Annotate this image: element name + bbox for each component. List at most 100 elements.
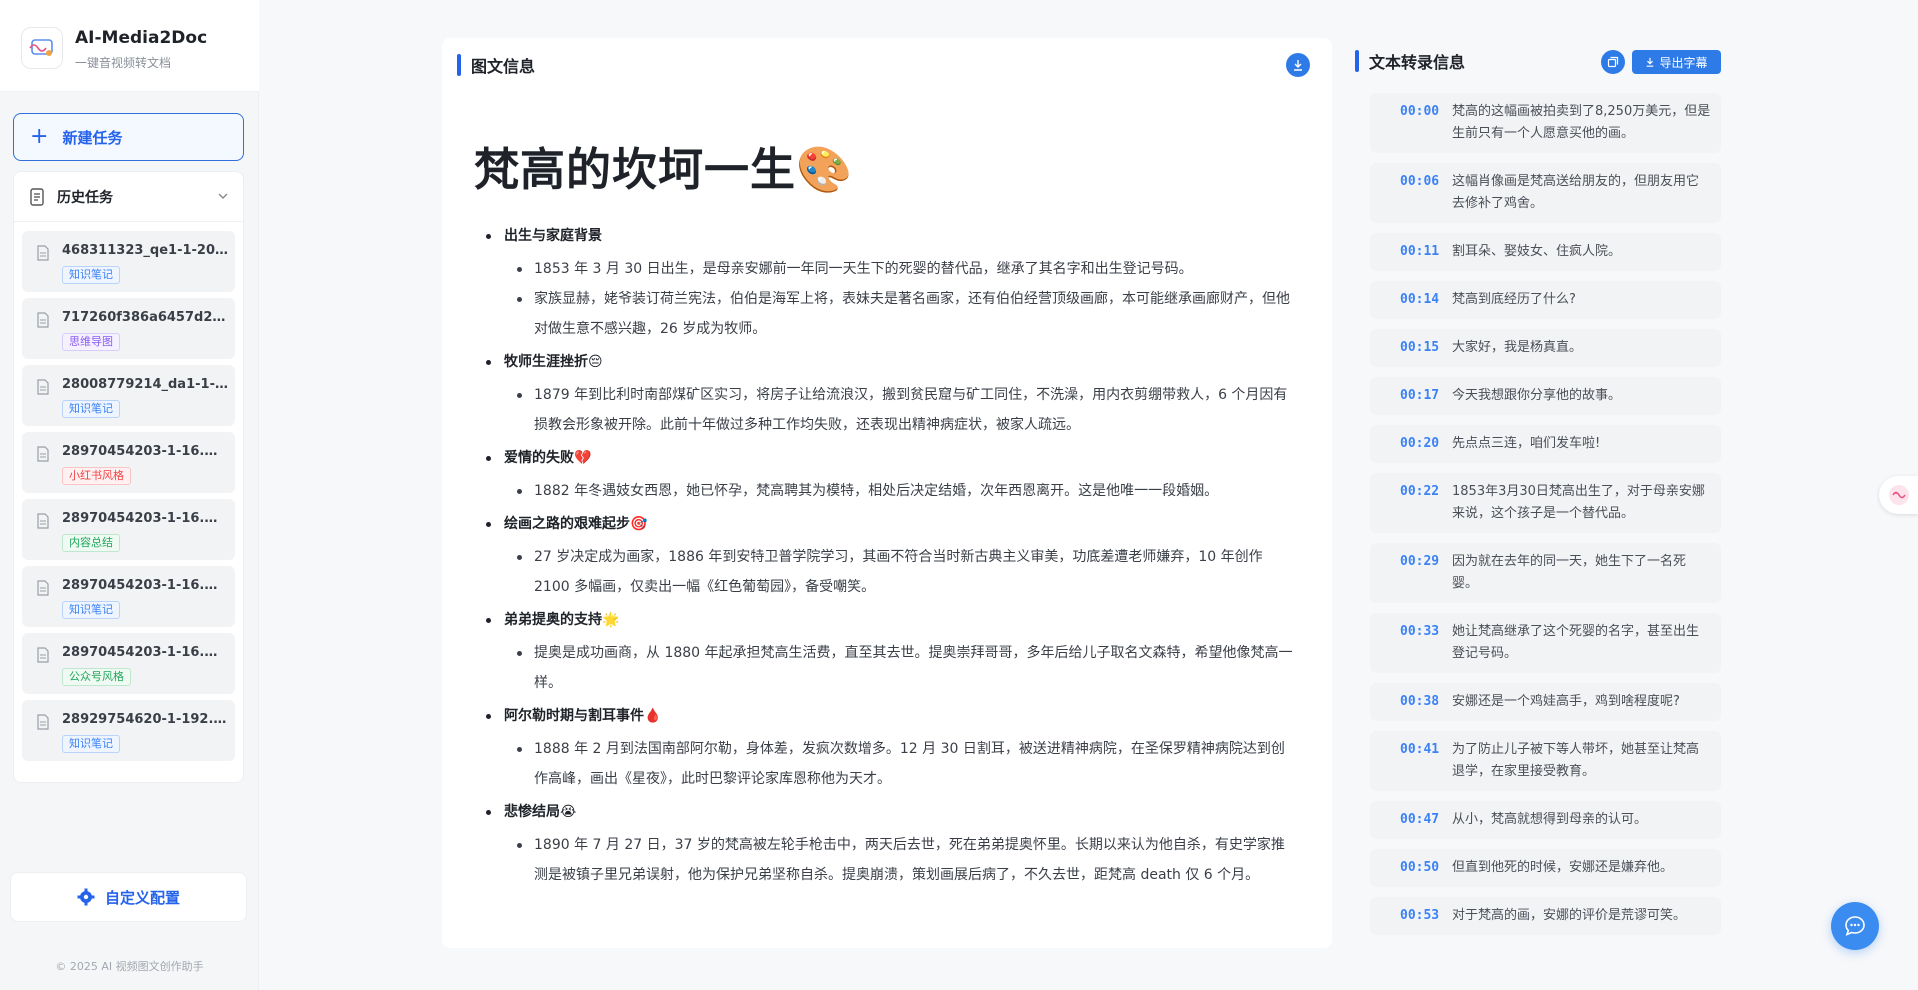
section-items: 1879 年到比利时南部煤矿区实习，将房子让给流浪汉，搬到贫民窟与矿工同住，不洗… [504, 380, 1294, 440]
doc-section-list: 出生与家庭背景 1853 年 3 月 30 日出生，是母亲安娜前一年同一天生下的… [474, 224, 1294, 890]
document-icon [30, 187, 44, 206]
app-title: AI-Media2Doc [75, 28, 208, 48]
task-tag: 内容总结 [62, 534, 120, 552]
transcript-header: 文本转录信息 [1355, 49, 1465, 73]
transcript-segment[interactable]: 00:22 1853年3月30日梵高出生了，对于母亲安娜来说，这个孩子是一个替代品… [1370, 473, 1721, 533]
download-button[interactable] [1286, 53, 1310, 77]
transcript-segment[interactable]: 00:17 今天我想跟你分享他的故事。 [1370, 377, 1721, 415]
file-icon [37, 513, 49, 529]
segment-text: 割耳朵、娶妓女、住疯人院。 [1452, 244, 1622, 259]
segment-time: 00:47 [1400, 812, 1440, 827]
history-task-item[interactable]: 28970454203-1-16.mp4 知识笔记 [22, 566, 235, 627]
section-emoji: 😔 [588, 354, 603, 370]
section-items: 27 岁决定成为画家，1886 年到安特卫普学院学习，其画不符合当时新古典主义审… [504, 542, 1294, 602]
history-task-item[interactable]: 717260f386a6457d26c3d5 思维导图 [22, 298, 235, 359]
doc-section: 牧师生涯挫折😔 1879 年到比利时南部煤矿区实习，将房子让给流浪汉，搬到贫民窟… [474, 350, 1294, 440]
section-emoji: 🎯 [630, 516, 648, 532]
segment-text: 今天我想跟你分享他的故事。 [1452, 388, 1622, 403]
new-task-button[interactable]: + 新建任务 [13, 113, 244, 161]
transcript-segment[interactable]: 00:47 从小，梵高就想得到母亲的认可。 [1370, 801, 1721, 839]
copy-icon [1607, 56, 1619, 68]
section-item: 1882 年冬遇妓女西恩，她已怀孕，梵高聘其为模特，相处后决定结婚，次年西恩离开… [504, 476, 1294, 506]
file-icon [37, 714, 49, 730]
transcript-segment[interactable]: 00:00 梵高的这幅画被拍卖到了8,250万美元，但是生前只有一个人愿意买他的画… [1370, 93, 1721, 153]
segment-text: 安娜还是一个鸡娃高手，鸡到啥程度呢? [1452, 694, 1680, 709]
transcript-segment[interactable]: 00:41 为了防止儿子被下等人带坏，她甚至让梵高退学，在家里接受教育。 [1370, 731, 1721, 791]
section-emoji: 🌟 [602, 612, 620, 628]
history-task-item[interactable]: 28970454203-1-16.mp4 内容总结 [22, 499, 235, 560]
assistant-side-tab[interactable] [1879, 476, 1918, 514]
history-task-item[interactable]: 28970454203-1-16.mp4 小红书风格 [22, 432, 235, 493]
gear-icon [77, 888, 95, 906]
chat-bubble-icon [1845, 916, 1865, 936]
task-tag: 知识笔记 [62, 601, 120, 619]
task-tag: 公众号风格 [62, 668, 131, 686]
palette-emoji: 🎨 [796, 143, 854, 196]
section-items: 1853 年 3 月 30 日出生，是母亲安娜前一年同一天生下的死婴的替代品，继… [504, 254, 1294, 344]
brand-header: AI-Media2Doc 一键音视频转文档 [0, 0, 259, 92]
copy-button[interactable] [1601, 50, 1625, 74]
chat-button[interactable] [1831, 902, 1879, 950]
section-title: 出生与家庭背景 [504, 224, 1294, 248]
transcript-segment[interactable]: 00:33 她让梵高继承了这个死婴的名字，甚至出生登记号码。 [1370, 613, 1721, 673]
task-name: 28970454203-1-16.mp4 [62, 511, 230, 526]
history-task-item[interactable]: 28929754620-1-192.mp4 知识笔记 [22, 700, 235, 761]
transcript-title: 文本转录信息 [1369, 53, 1466, 72]
section-title-text: 弟弟提奥的支持 [504, 612, 602, 628]
section-title-text: 爱情的失败 [504, 450, 574, 466]
segment-time: 00:11 [1400, 244, 1440, 259]
history-header[interactable]: 历史任务 [14, 172, 243, 222]
section-items: 1890 年 7 月 27 日，37 岁的梵高被左轮手枪击中，两天后去世，死在弟… [504, 830, 1294, 890]
section-item: 1888 年 2 月到法国南部阿尔勒，身体差，发疯次数增多。12 月 30 日割… [504, 734, 1294, 794]
doc-panel-title: 图文信息 [471, 57, 536, 76]
section-title: 爱情的失败💔 [504, 446, 1294, 470]
history-task-item[interactable]: 468311323_qe1-1-208.mp4 知识笔记 [22, 231, 235, 292]
section-title: 牧师生涯挫折😔 [504, 350, 1294, 374]
new-task-label: 新建任务 [62, 128, 123, 147]
transcript-segment[interactable]: 00:53 对于梵高的画，安娜的评价是荒谬可笑。 [1370, 897, 1721, 935]
segment-text: 但直到他死的时候，安娜还是嫌弃他。 [1452, 860, 1674, 875]
transcript-segment[interactable]: 00:06 这幅肖像画是梵高送给朋友的，但朋友用它去修补了鸡舍。 [1370, 163, 1721, 223]
segment-text: 她让梵高继承了这个死婴的名字，甚至出生登记号码。 [1452, 624, 1700, 661]
file-icon [37, 312, 49, 328]
transcript-segment[interactable]: 00:20 先点点三连，咱们发车啦! [1370, 425, 1721, 463]
history-title: 历史任务 [57, 189, 113, 206]
export-subtitles-button[interactable]: 导出字幕 [1632, 50, 1721, 74]
download-icon [1647, 57, 1654, 67]
segment-text: 从小，梵高就想得到母亲的认可。 [1452, 812, 1648, 827]
accent-bar [457, 54, 461, 76]
segment-text: 因为就在去年的同一天，她生下了一名死婴。 [1452, 554, 1687, 591]
section-items: 提奥是成功画商，从 1880 年起承担梵高生活费，直至其去世。提奥崇拜哥哥，多年… [504, 638, 1294, 698]
task-tag: 知识笔记 [62, 400, 120, 418]
transcript-segment[interactable]: 00:50 但直到他死的时候，安娜还是嫌弃他。 [1370, 849, 1721, 887]
transcript-segment[interactable]: 00:29 因为就在去年的同一天，她生下了一名死婴。 [1370, 543, 1721, 603]
transcript-segment[interactable]: 00:15 大家好，我是杨真直。 [1370, 329, 1721, 367]
section-item: 1890 年 7 月 27 日，37 岁的梵高被左轮手枪击中，两天后去世，死在弟… [504, 830, 1294, 890]
task-name: 717260f386a6457d26c3d5 [62, 310, 230, 325]
segment-text: 对于梵高的画，安娜的评价是荒谬可笑。 [1452, 908, 1687, 923]
transcript-segment[interactable]: 00:14 梵高到底经历了什么? [1370, 281, 1721, 319]
segment-text: 为了防止儿子被下等人带坏，她甚至让梵高退学，在家里接受教育。 [1452, 742, 1700, 779]
doc-heading-text: 梵高的坎坷一生 [474, 143, 797, 196]
section-items: 1882 年冬遇妓女西恩，她已怀孕，梵高聘其为模特，相处后决定结婚，次年西恩离开… [504, 476, 1294, 506]
doc-section: 阿尔勒时期与割耳事件🩸 1888 年 2 月到法国南部阿尔勒，身体差，发疯次数增… [474, 704, 1294, 794]
custom-config-label: 自定义配置 [104, 888, 180, 907]
section-title: 弟弟提奥的支持🌟 [504, 608, 1294, 632]
task-name: 28970454203-1-16.mp4 [62, 444, 230, 459]
custom-config-button[interactable]: 自定义配置 [10, 872, 247, 922]
history-task-item[interactable]: 28970454203-1-16.mp4 公众号风格 [22, 633, 235, 694]
transcript-segment[interactable]: 00:11 割耳朵、娶妓女、住疯人院。 [1370, 233, 1721, 271]
file-icon [37, 647, 49, 663]
transcript-segment[interactable]: 00:38 安娜还是一个鸡娃高手，鸡到啥程度呢? [1370, 683, 1721, 721]
doc-section: 爱情的失败💔 1882 年冬遇妓女西恩，她已怀孕，梵高聘其为模特，相处后决定结婚… [474, 446, 1294, 506]
app-logo [21, 27, 63, 69]
section-title: 绘画之路的艰难起步🎯 [504, 512, 1294, 536]
section-item: 1853 年 3 月 30 日出生，是母亲安娜前一年同一天生下的死婴的替代品，继… [504, 254, 1294, 284]
app-subtitle: 一键音视频转文档 [75, 56, 172, 70]
export-label: 导出字幕 [1659, 55, 1708, 70]
segment-time: 00:50 [1400, 860, 1440, 875]
history-task-item[interactable]: 28008779214_da1-1-192.mp4 知识笔记 [22, 365, 235, 426]
section-item: 1879 年到比利时南部煤矿区实习，将房子让给流浪汉，搬到贫民窟与矿工同住，不洗… [504, 380, 1294, 440]
chevron-down-icon[interactable] [217, 190, 229, 202]
doc-section: 出生与家庭背景 1853 年 3 月 30 日出生，是母亲安娜前一年同一天生下的… [474, 224, 1294, 344]
